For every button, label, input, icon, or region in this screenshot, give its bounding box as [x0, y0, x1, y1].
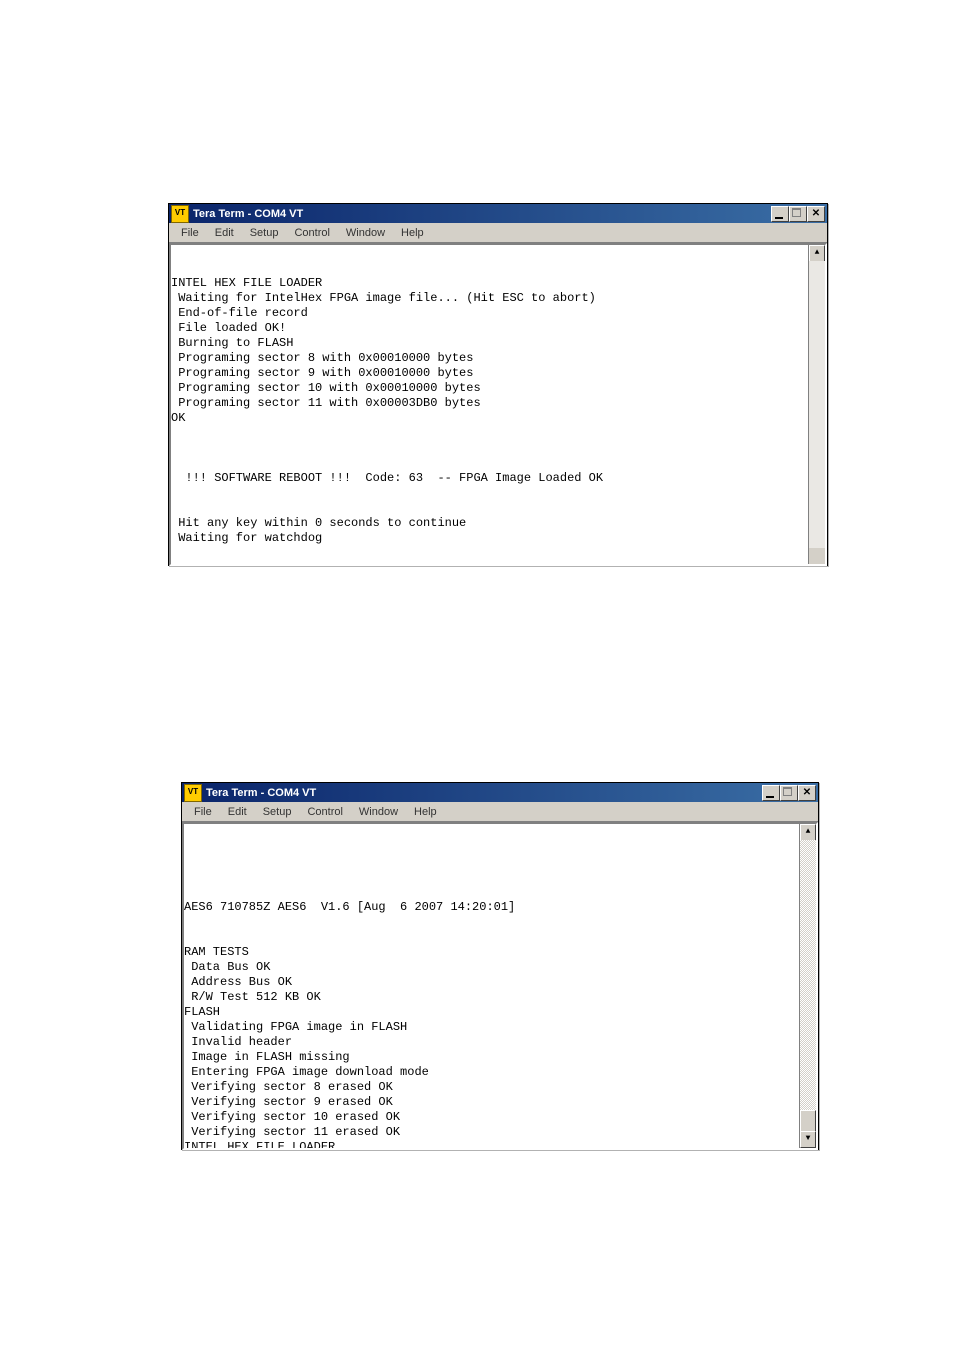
window-title: Tera Term - COM4 VT [206, 787, 762, 799]
menu-control[interactable]: Control [286, 225, 337, 241]
titlebar[interactable]: VT Tera Term - COM4 VT ✕ [182, 783, 818, 802]
menu-help[interactable]: Help [393, 225, 432, 241]
menu-edit[interactable]: Edit [220, 804, 255, 820]
menu-file[interactable]: File [186, 804, 220, 820]
vertical-scrollbar[interactable]: ▲ [808, 245, 825, 564]
menu-window[interactable]: Window [351, 804, 406, 820]
menu-window[interactable]: Window [338, 225, 393, 241]
vertical-scrollbar[interactable]: ▲ ▼ [799, 824, 816, 1148]
minimize-button[interactable] [771, 206, 789, 222]
app-icon: VT [171, 205, 189, 223]
terminal-window-1: VT Tera Term - COM4 VT ✕ File Edit Setup… [168, 203, 828, 566]
scroll-track[interactable] [800, 840, 816, 1132]
scroll-thumb[interactable] [800, 1110, 816, 1132]
close-button[interactable]: ✕ [798, 785, 816, 801]
menu-help[interactable]: Help [406, 804, 445, 820]
scroll-up-button[interactable]: ▲ [809, 245, 825, 262]
menu-setup[interactable]: Setup [242, 225, 287, 241]
terminal-area[interactable]: INTEL HEX FILE LOADER Waiting for IntelH… [169, 243, 827, 566]
maximize-button[interactable] [780, 785, 798, 801]
menu-control[interactable]: Control [299, 804, 350, 820]
scroll-down-button[interactable]: ▼ [800, 1131, 816, 1148]
menubar: File Edit Setup Control Window Help [169, 223, 827, 243]
scroll-track[interactable] [809, 261, 825, 548]
close-button[interactable]: ✕ [807, 206, 825, 222]
titlebar[interactable]: VT Tera Term - COM4 VT ✕ [169, 204, 827, 223]
app-icon: VT [184, 784, 202, 802]
menu-file[interactable]: File [173, 225, 207, 241]
scroll-up-button[interactable]: ▲ [800, 824, 816, 841]
menu-setup[interactable]: Setup [255, 804, 300, 820]
terminal-area[interactable]: AES6 710785Z AES6 V1.6 [Aug 6 2007 14:20… [182, 822, 818, 1150]
maximize-button[interactable] [789, 206, 807, 222]
minimize-button[interactable] [762, 785, 780, 801]
menubar: File Edit Setup Control Window Help [182, 802, 818, 822]
terminal-output: INTEL HEX FILE LOADER Waiting for IntelH… [171, 275, 825, 546]
terminal-window-2: VT Tera Term - COM4 VT ✕ File Edit Setup… [181, 782, 819, 1150]
terminal-output: AES6 710785Z AES6 V1.6 [Aug 6 2007 14:20… [184, 854, 816, 1150]
window-controls: ✕ [762, 785, 816, 801]
menu-edit[interactable]: Edit [207, 225, 242, 241]
window-title: Tera Term - COM4 VT [193, 208, 771, 220]
window-controls: ✕ [771, 206, 825, 222]
